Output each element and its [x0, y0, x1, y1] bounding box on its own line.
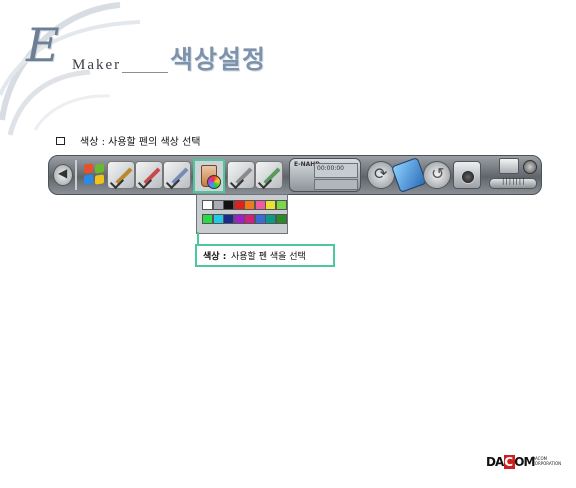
callout-text: 사용할 펜 색을 선택 [231, 252, 306, 262]
refresh-icon[interactable]: ⟳ [367, 161, 395, 189]
highlighter-tool-icon[interactable] [255, 161, 283, 190]
brand-name: DAC OM [486, 455, 535, 469]
callout-label: 색상 : [203, 252, 227, 262]
color-swatch[interactable] [265, 214, 276, 224]
brand-subtitle: DACOM CORPORATION [532, 456, 562, 466]
collapse-toolbar-button[interactable]: ◀ [53, 164, 73, 186]
description-text: 색상 : 사용할 펜의 색상 선택 [80, 137, 201, 148]
player-controls[interactable] [314, 179, 358, 190]
color-swatch[interactable] [275, 200, 287, 210]
eraser-tool-icon[interactable] [227, 161, 255, 190]
player-screen: 00:00:00 [314, 163, 358, 178]
bullet-square-icon [56, 137, 65, 145]
color-wheel-icon [207, 175, 221, 189]
color-swatch[interactable] [223, 200, 234, 210]
dacom-logo: DAC OM DACOM CORPORATION [486, 455, 561, 471]
color-swatch[interactable] [212, 200, 224, 210]
color-swatch[interactable] [212, 214, 224, 224]
header-rule [122, 72, 168, 73]
arrow-left-icon: ◀ [58, 166, 68, 180]
pen-tool-1-icon[interactable] [107, 161, 135, 190]
power-icon[interactable] [523, 160, 537, 174]
pen-tool-2-icon[interactable] [135, 161, 163, 190]
color-swatch[interactable] [265, 200, 276, 210]
windows-logo-icon[interactable] [81, 161, 107, 187]
color-swatch[interactable] [223, 214, 234, 224]
callout-box: 색상 : 사용할 펜 색을 선택 [195, 244, 335, 267]
page-title: 색상설정 [170, 45, 267, 74]
logo-maker-text: Maker [72, 57, 122, 73]
color-swatch[interactable] [254, 214, 266, 224]
emaker-toolbar: ◀ E-NAHP 00:00:00 ⟳ ↺ ||||||| [48, 155, 542, 195]
color-swatch[interactable] [233, 200, 245, 210]
volume-slider[interactable]: ||||||| [489, 177, 537, 189]
logo-e-letter: E [26, 18, 60, 72]
color-palette [196, 194, 288, 234]
color-swatch[interactable] [275, 214, 287, 224]
player-time: 00:00:00 [317, 165, 344, 172]
color-swatch[interactable] [244, 200, 255, 210]
camera-icon[interactable] [453, 161, 481, 189]
printer-icon[interactable] [499, 158, 519, 174]
volume-ticks: ||||||| [502, 177, 526, 185]
book-icon[interactable] [391, 157, 427, 193]
pen-tool-3-icon[interactable] [163, 161, 191, 190]
color-swatch[interactable] [244, 214, 255, 224]
color-select-button[interactable] [193, 159, 225, 193]
toolbar-divider [75, 160, 77, 190]
color-swatch[interactable] [254, 200, 266, 210]
undo-swirl-icon[interactable]: ↺ [423, 161, 451, 189]
media-player-panel: E-NAHP 00:00:00 [289, 158, 361, 192]
color-swatch[interactable] [202, 200, 213, 210]
color-swatch[interactable] [233, 214, 245, 224]
color-swatch[interactable] [202, 214, 213, 224]
